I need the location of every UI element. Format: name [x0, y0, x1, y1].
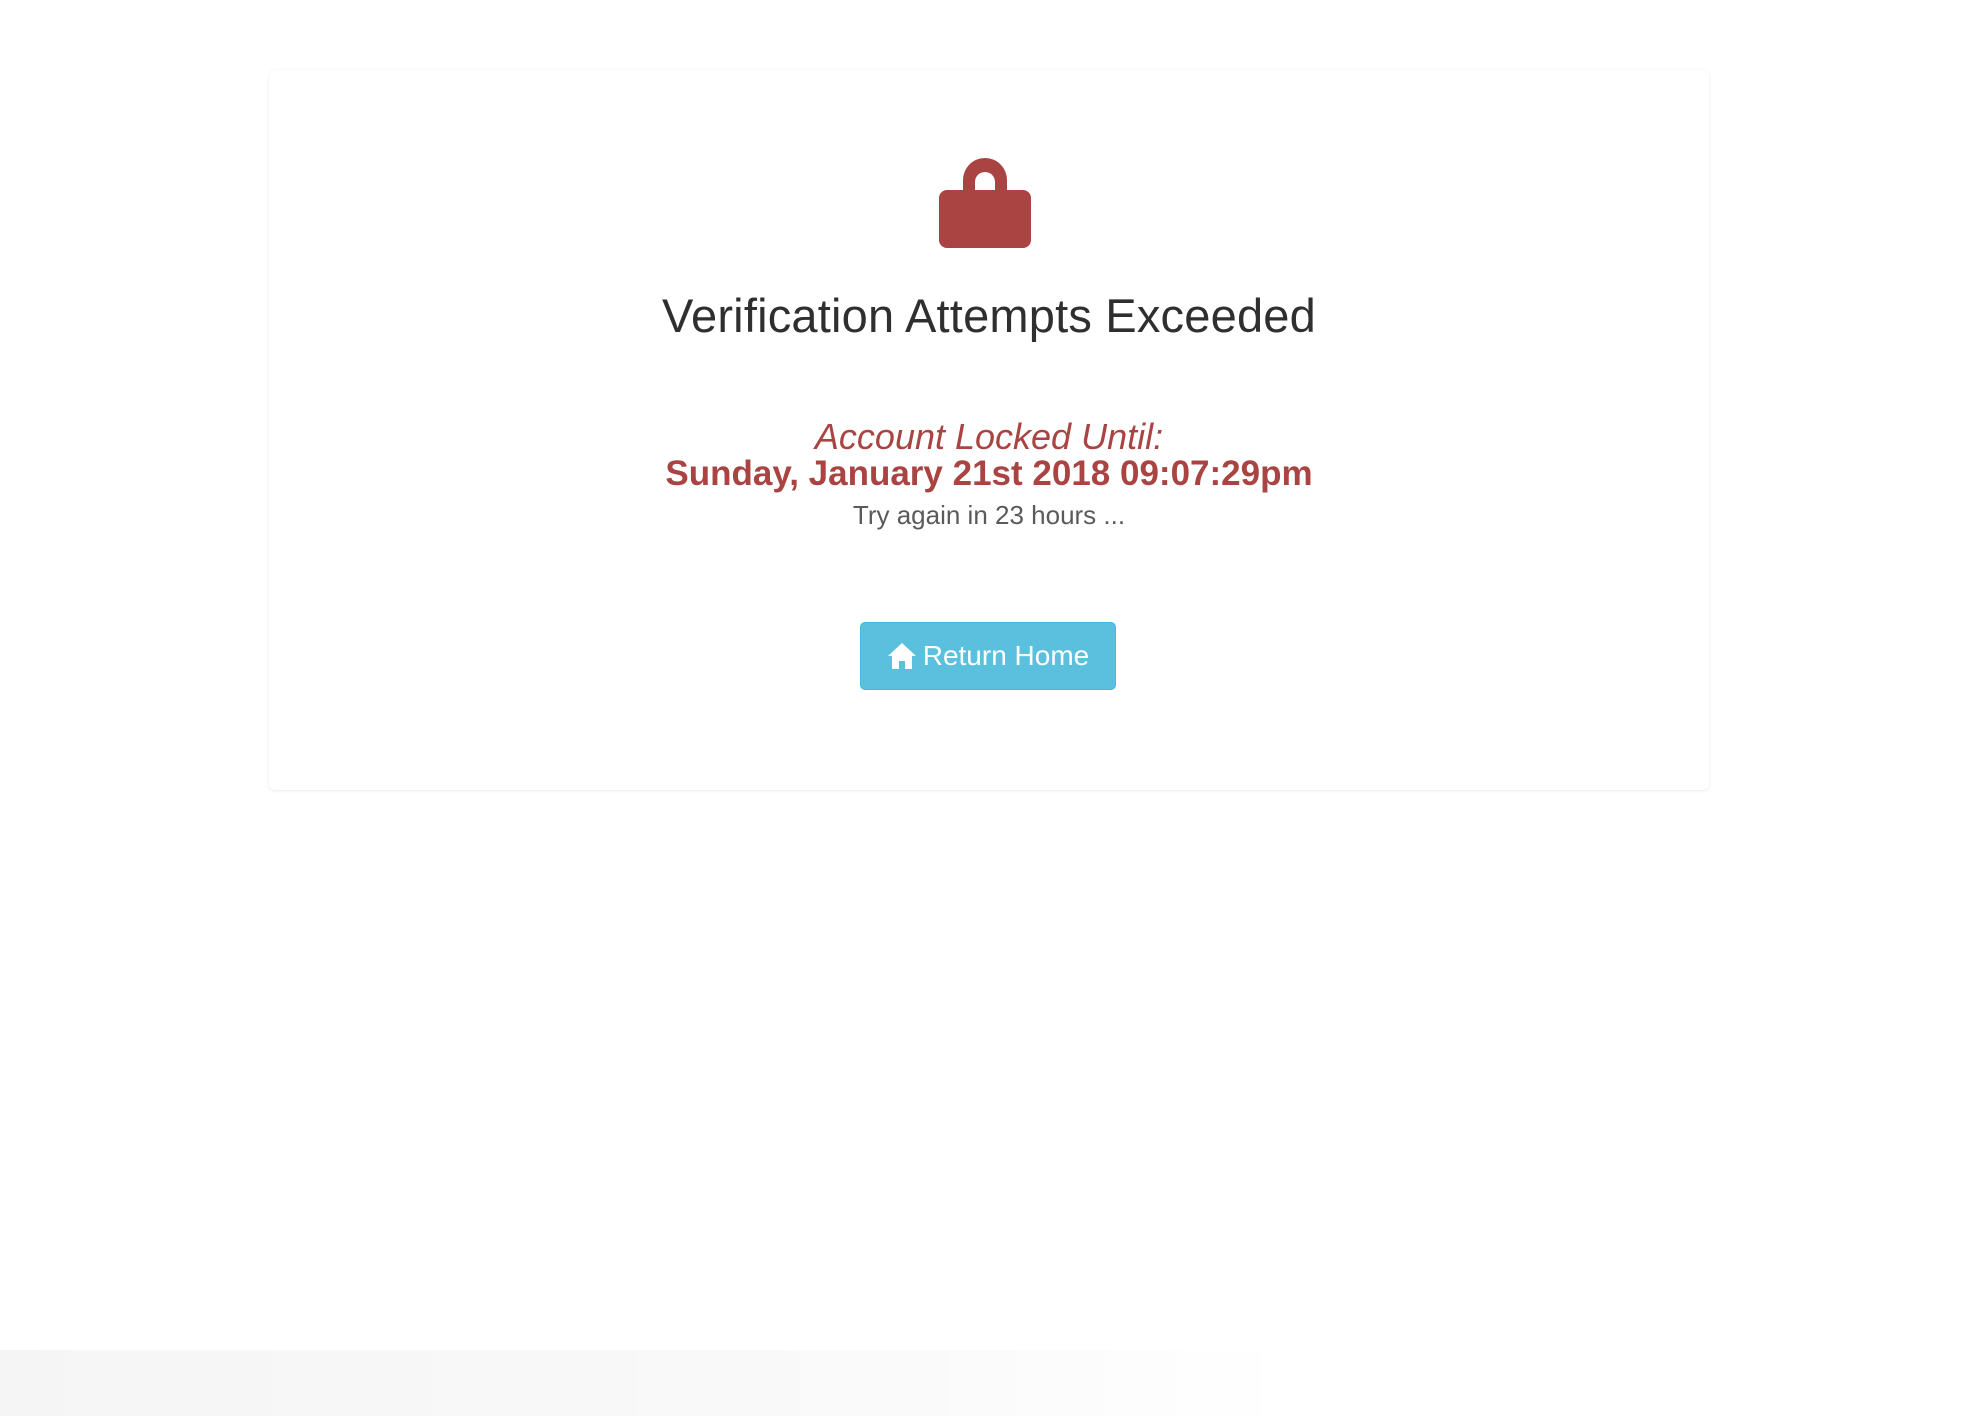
page: Verification Attempts Exceeded Account L…: [0, 0, 1968, 1416]
bottom-shadow: [0, 1350, 1300, 1416]
locked-until-label: Account Locked Until:: [814, 416, 1164, 457]
retry-message: Try again in 23 hours ...: [852, 500, 1126, 530]
locked-until-date: Sunday, January 21st 2018 09:07:29pm: [665, 454, 1313, 493]
return-home-label: Return Home: [922, 640, 1090, 671]
home-icon: [887, 643, 916, 669]
return-home-button[interactable]: Return Home: [860, 622, 1116, 690]
lockout-panel: Verification Attempts Exceeded Account L…: [269, 70, 1709, 790]
lock-icon: [939, 158, 1031, 248]
page-title: Verification Attempts Exceeded: [662, 289, 1316, 342]
